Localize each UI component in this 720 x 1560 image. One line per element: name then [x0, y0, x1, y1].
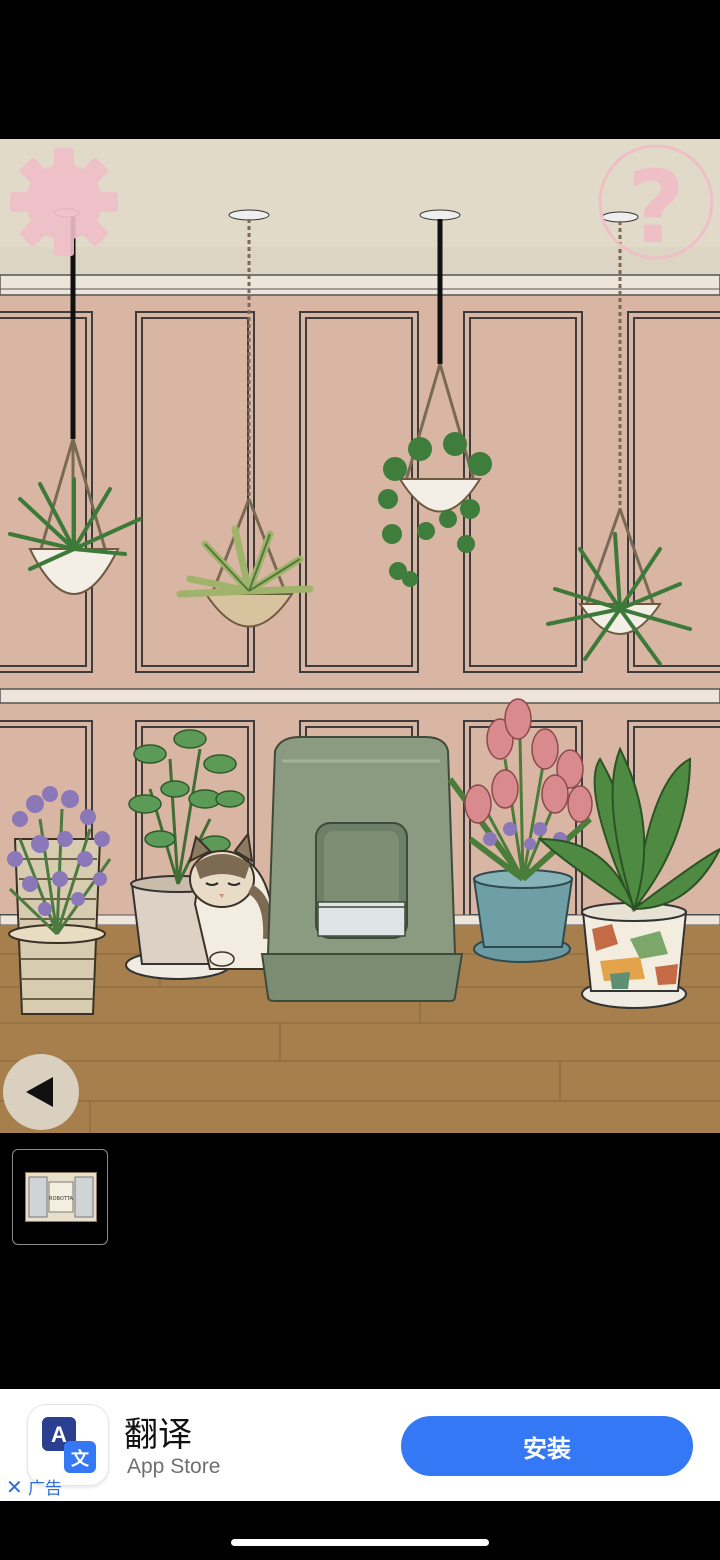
cat-litter-box[interactable]: [260, 736, 464, 1002]
ad-label: 广告: [28, 1479, 62, 1499]
game-scene: [0, 139, 720, 1133]
translate-app-icon[interactable]: A 文: [28, 1405, 108, 1485]
gear-icon: [10, 148, 118, 256]
inventory-bar: ROBOTTA: [0, 1133, 720, 1389]
ad-banner[interactable]: A 文 翻译 App Store 安装 ✕ 广告: [0, 1389, 720, 1501]
home-indicator[interactable]: [231, 1539, 489, 1546]
install-button[interactable]: 安装: [401, 1416, 693, 1476]
icon-letter-a: A: [51, 1422, 67, 1447]
ad-app-name: 翻译: [124, 1415, 192, 1455]
icon-letter-wen: 文: [71, 1448, 90, 1470]
question-mark-icon: ?: [598, 144, 714, 266]
inventory-slot[interactable]: ROBOTTA: [12, 1149, 108, 1245]
help-button[interactable]: ?: [596, 142, 716, 266]
framed-sign-text: ROBOTTA: [49, 1196, 73, 1202]
left-triangle-icon: [3, 1054, 79, 1130]
framed-sign-item[interactable]: ROBOTTA: [25, 1172, 97, 1222]
ad-store-name: App Store: [127, 1455, 221, 1478]
close-icon[interactable]: ✕: [6, 1477, 23, 1499]
settings-button[interactable]: [8, 146, 120, 258]
back-button[interactable]: [2, 1053, 80, 1131]
help-glyph: ?: [627, 149, 685, 262]
